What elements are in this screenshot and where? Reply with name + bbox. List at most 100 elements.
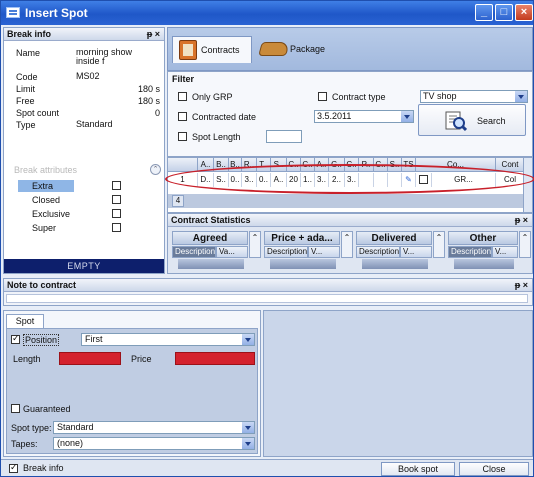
grid-row-count[interactable]: 4 [172,195,184,207]
tapes-select[interactable]: (none) [53,437,255,450]
grid-header-cell[interactable]: C.. [287,158,301,172]
spot-type-label: Spot type: [11,423,52,433]
stat-sub-value[interactable]: Va... [216,246,248,258]
minimize-button[interactable]: _ [475,4,493,21]
table-row[interactable]: 1 D.. S.. 0.. 3.. 0.. A.. 20 1.. 3.. 2..… [168,173,524,187]
filter-header: Filter [172,74,195,84]
chevron-down-icon[interactable] [242,438,254,449]
stat-sub-description[interactable]: Description [356,246,400,258]
pencil-icon[interactable]: ✎ [402,173,416,187]
stat-group-title[interactable]: Agreed [172,231,248,245]
tab-contracts[interactable]: Contracts [172,36,252,63]
spot-length-checkbox[interactable] [178,132,187,141]
note-input[interactable] [6,294,528,303]
scroll-arrow-icon[interactable]: ⌃ [519,231,531,258]
scroll-arrow-icon[interactable]: ⌃ [249,231,261,258]
only-grp-checkbox[interactable] [178,92,187,101]
chevron-down-icon[interactable] [242,422,254,433]
row-checkbox[interactable] [419,175,428,184]
stat-sub-value[interactable]: V... [400,246,432,258]
stat-row [362,259,428,269]
note-header: Note to contract ᵽ × [4,279,532,292]
close-window-button[interactable]: × [515,4,533,21]
grid-header-cell[interactable]: B.. [229,158,242,172]
maximize-button[interactable]: □ [495,4,513,21]
guaranteed-checkbox[interactable] [11,404,20,413]
attribute-exclusive[interactable]: Exclusive [18,208,74,220]
grid-header-cell[interactable]: A.. [315,158,329,172]
closed-checkbox[interactable] [112,195,121,204]
grid-header-cell[interactable]: P.. [359,158,374,172]
contracted-date-picker[interactable]: 3.5.2011 [314,110,414,123]
break-info-checkbox[interactable]: ✓ [9,462,18,473]
extra-checkbox[interactable] [112,181,121,190]
position-label: Position [23,334,60,346]
grid-header-cell[interactable]: T.. [257,158,271,172]
attribute-closed[interactable]: Closed [18,194,74,206]
position-checkbox[interactable]: ✓ [11,333,20,344]
stat-sub-value[interactable]: V... [492,246,518,258]
contracted-date-label: Contracted date [192,112,257,122]
contract-statistics-panel: Contract Statistics ᵽ × Agreed Descripti… [167,213,533,274]
collapse-icon[interactable]: ⌃ [150,164,161,175]
note-pin-close[interactable]: ᵽ × [515,279,528,291]
scroll-arrow-icon[interactable]: ⌃ [433,231,445,258]
contract-type-select[interactable]: TV shop [420,90,528,103]
close-button[interactable]: Close [459,462,529,476]
attribute-extra[interactable]: Extra [18,180,74,192]
spot-type-select[interactable]: Standard [53,421,255,434]
exclusive-checkbox[interactable] [112,209,121,218]
grid-header-cell[interactable]: B.. [214,158,229,172]
stat-sub-description[interactable]: Description [172,246,216,258]
grid-header-cell[interactable]: C.. [301,158,315,172]
grid-scrollbar[interactable] [523,158,532,212]
break-info-pin-close[interactable]: ᵽ × [147,28,160,40]
grid-header-cell[interactable]: Co... [416,158,496,172]
attribute-super[interactable]: Super [18,222,74,234]
scroll-arrow-icon[interactable]: ⌃ [341,231,353,258]
title-bar[interactable]: Insert Spot _ □ × [1,1,533,25]
spot-count-value: 0 [154,108,160,118]
grid-header-cell[interactable] [168,158,198,172]
grid-header-cell[interactable]: R.. [242,158,257,172]
grid-cell: 3.. [315,173,329,187]
tab-package[interactable]: Package [256,36,336,63]
grid-header-cell[interactable]: TS [402,158,416,172]
grid-header-cell[interactable]: C.. [374,158,388,172]
price-input[interactable] [175,352,255,365]
chevron-down-icon[interactable] [242,334,254,345]
stat-sub-value[interactable]: V... [308,246,340,258]
position-select[interactable]: First [81,333,255,346]
super-checkbox[interactable] [112,223,121,232]
grid-header-cell[interactable]: G.. [329,158,345,172]
stat-group-price: Price + ada... Description V... ⌃ [264,231,353,273]
stat-group-title[interactable]: Other [448,231,518,245]
stat-group-title[interactable]: Price + ada... [264,231,340,245]
contracted-date-checkbox[interactable] [178,112,187,121]
chevron-down-icon[interactable] [515,91,527,102]
search-icon [445,111,467,132]
tab-spot[interactable]: Spot [6,314,44,328]
length-input[interactable] [59,352,121,365]
contract-type-label: Contract type [332,92,386,102]
chevron-down-icon[interactable] [401,111,413,122]
grid-header-cell[interactable]: S.. [388,158,402,172]
contract-type-checkbox[interactable] [318,92,327,101]
contract-type-value: TV shop [423,91,457,101]
spot-body: ✓ Position First Length Price Guaranteed… [6,328,258,454]
grid-header-cell[interactable]: Cont [496,158,524,172]
search-button[interactable]: Search [418,104,526,136]
statistics-pin-close[interactable]: ᵽ × [515,214,528,226]
type-value: Standard [76,119,113,129]
grid-header-cell[interactable]: A.. [198,158,214,172]
row-checkbox-cell[interactable] [416,173,432,187]
grid-header-cell[interactable]: C.. [345,158,359,172]
type-label: Type [16,120,36,130]
stat-group-title[interactable]: Delivered [356,231,432,245]
stat-sub-description[interactable]: Description [448,246,492,258]
position-value: First [85,334,103,344]
grid-header-cell[interactable]: S.. [271,158,287,172]
stat-sub-description[interactable]: Description [264,246,308,258]
spot-length-input[interactable] [266,130,302,143]
book-spot-button[interactable]: Book spot [381,462,455,476]
